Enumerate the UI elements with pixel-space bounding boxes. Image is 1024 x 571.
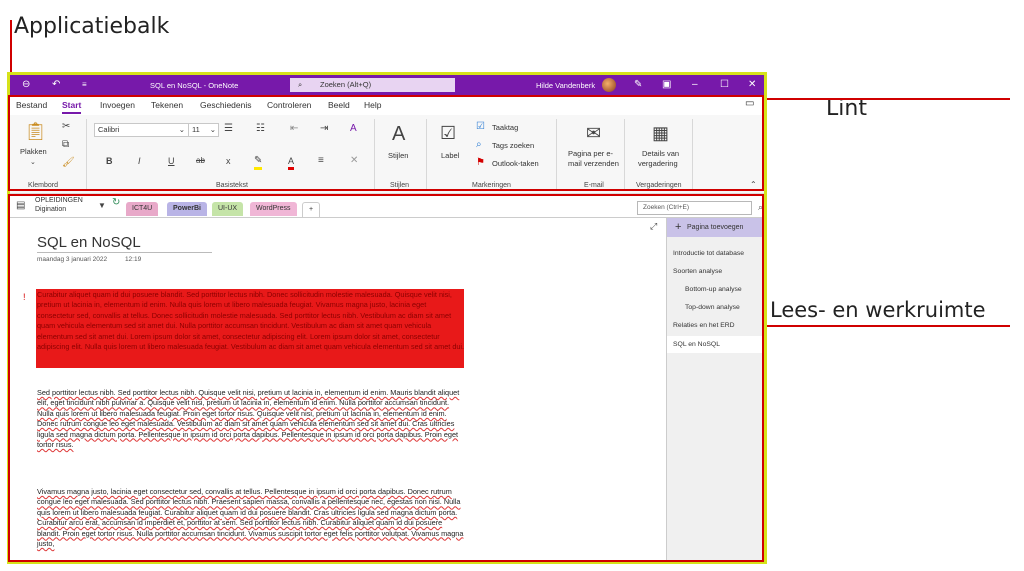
close-icon[interactable]: ✕	[748, 79, 756, 91]
quick-access-dropdown-icon[interactable]: ≡	[82, 79, 87, 91]
avatar[interactable]	[602, 78, 616, 92]
title-bar: ⊖ ↶ ≡ SQL en NoSQL - OneNote ⌕ Zoeken (A…	[10, 75, 764, 95]
maximize-icon[interactable]: ☐	[720, 79, 729, 91]
annotation-appbar-line	[10, 20, 12, 72]
annotation-ribbon-line	[764, 98, 1010, 100]
pen-icon[interactable]: ✎	[634, 79, 642, 91]
annotation-workspace-line	[764, 325, 1010, 327]
annotation-ribbon-frame	[8, 95, 764, 191]
search-icon: ⌕	[298, 80, 303, 89]
ribbon-display-icon[interactable]: ▣	[662, 79, 671, 91]
search-input[interactable]: ⌕ Zoeken (Alt+Q)	[290, 78, 455, 92]
window-title: SQL en NoSQL - OneNote	[150, 81, 239, 90]
undo-icon[interactable]: ↶	[52, 79, 60, 91]
user-name[interactable]: Hilde Vandenberk	[536, 81, 595, 90]
search-placeholder: Zoeken (Alt+Q)	[320, 80, 372, 89]
annotation-workspace-frame	[8, 194, 764, 562]
annotation-workspace: Lees- en werkruimte	[770, 298, 986, 322]
annotation-appbar: Applicatiebalk	[14, 14, 170, 39]
back-arrow-icon[interactable]: ⊖	[22, 79, 30, 91]
minimize-icon[interactable]: –	[692, 79, 698, 91]
